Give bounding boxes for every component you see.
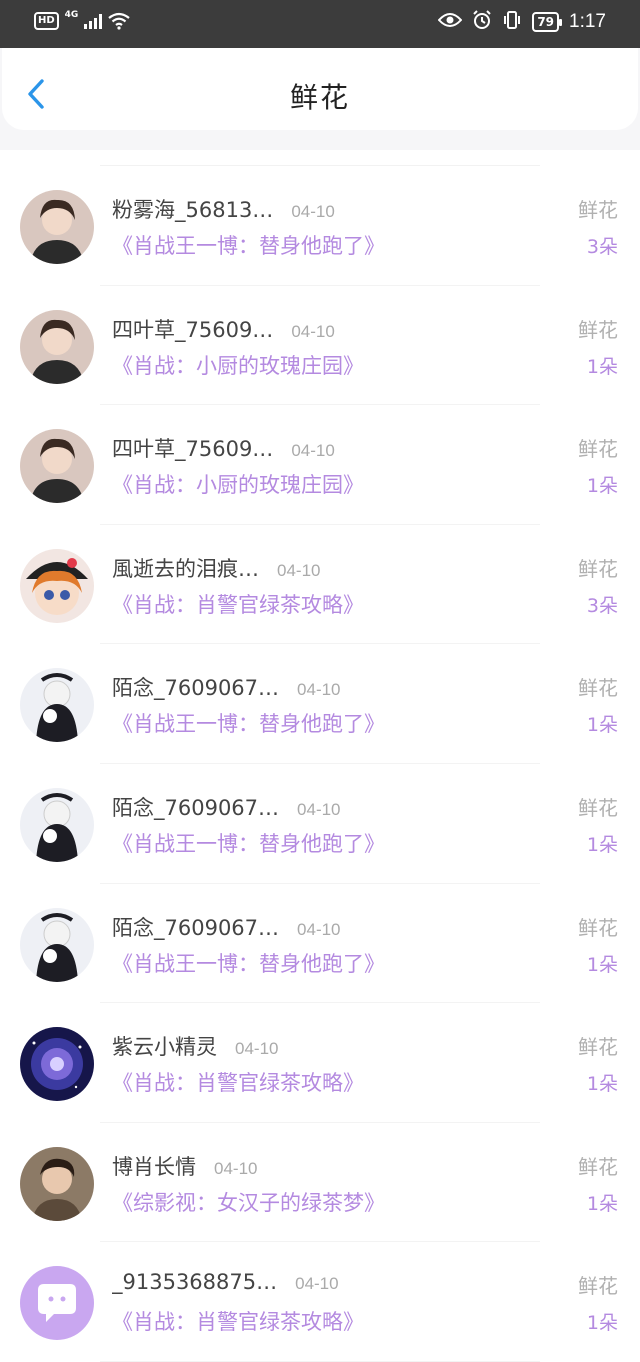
user-name: 博肖长情	[112, 1154, 196, 1179]
galaxy-avatar[interactable]	[20, 1027, 94, 1102]
list-item[interactable]: 博肖长情 04-10 《综影视：女汉子的绿茶梦》 鲜花 1朵	[0, 1123, 640, 1243]
item-meta: 陌念_7609067… 04-10	[112, 792, 341, 822]
item-meta: 粉雾海_56813… 04-10	[112, 194, 335, 224]
item-meta: 四叶草_75609… 04-10	[112, 314, 335, 344]
alarm-icon	[472, 10, 492, 34]
item-meta: 博肖长情 04-10	[112, 1151, 257, 1181]
gift-count: 1朵	[586, 475, 618, 498]
user-name: _9135368875…	[112, 1270, 278, 1295]
gift-record-list: 粉雾海_56813… 04-10 《肖战王一博：替身他跑了》 鲜花 3朵 四叶草…	[0, 150, 640, 1362]
eye-icon	[437, 12, 463, 32]
gift-count: 1朵	[586, 953, 618, 976]
list-item[interactable]: _9135368875… 04-10 《肖战：肖警官绿茶攻略》 鲜花 1朵	[0, 1242, 640, 1362]
gift-type: 鲜花	[578, 795, 618, 820]
gift-type: 鲜花	[578, 198, 618, 222]
book-title[interactable]: 《综影视：女汉子的绿茶梦》	[112, 1187, 385, 1217]
default-chat-avatar[interactable]	[20, 1266, 94, 1341]
vibrate-icon	[502, 10, 522, 34]
list-item[interactable]: 陌念_7609067… 04-10 《肖战王一博：替身他跑了》 鲜花 1朵	[0, 764, 640, 884]
item-meta: 紫云小精灵 04-10	[112, 1031, 278, 1061]
status-left: HD 4G	[34, 10, 131, 30]
gift-count: 1朵	[586, 833, 618, 856]
header-card: 鲜花	[2, 48, 638, 130]
doll-avatar[interactable]	[20, 907, 94, 982]
book-title[interactable]: 《肖战王一博：替身他跑了》	[112, 708, 385, 738]
gift-type: 鲜花	[578, 556, 618, 581]
book-title[interactable]: 《肖战：小厨的玫瑰庄园》	[112, 350, 364, 380]
rows-container: 粉雾海_56813… 04-10 《肖战王一博：替身他跑了》 鲜花 3朵 四叶草…	[0, 166, 640, 1362]
gift-date: 04-10	[214, 1158, 258, 1178]
book-title[interactable]: 《肖战：肖警官绿茶攻略》	[112, 1306, 364, 1336]
gift-count: 1朵	[586, 714, 618, 737]
item-meta: _9135368875… 04-10	[112, 1270, 339, 1294]
gift-type: 鲜花	[578, 437, 618, 462]
gift-date: 04-10	[297, 919, 341, 939]
hd-badge: HD	[34, 12, 59, 30]
signal-icon	[84, 13, 103, 29]
gift-count: 1朵	[586, 1192, 618, 1215]
gift-date: 04-10	[291, 321, 335, 341]
book-title[interactable]: 《肖战王一博：替身他跑了》	[112, 828, 385, 858]
list-item[interactable]: 陌念_7609067… 04-10 《肖战王一博：替身他跑了》 鲜花 1朵	[0, 644, 640, 764]
gift-count: 1朵	[586, 1073, 618, 1096]
list-item[interactable]: 四叶草_75609… 04-10 《肖战：小厨的玫瑰庄园》 鲜花 1朵	[0, 286, 640, 406]
book-title[interactable]: 《肖战：肖警官绿茶攻略》	[112, 589, 364, 619]
battery-icon: 79	[532, 12, 562, 32]
gift-date: 04-10	[295, 1274, 339, 1294]
user-name: 風逝去的泪痕…	[112, 556, 259, 581]
user-name: 陌念_7609067…	[112, 915, 280, 940]
gift-date: 04-10	[291, 441, 335, 461]
book-title[interactable]: 《肖战：肖警官绿茶攻略》	[112, 1067, 364, 1097]
item-meta: 風逝去的泪痕… 04-10	[112, 553, 320, 583]
cartoon-avatar[interactable]	[20, 548, 94, 623]
user-name: 粉雾海_56813…	[112, 198, 274, 222]
book-title[interactable]: 《肖战：小厨的玫瑰庄园》	[112, 469, 364, 499]
gift-date: 04-10	[277, 560, 321, 580]
page-header: 鲜花	[0, 48, 640, 150]
gift-date: 04-10	[297, 799, 341, 819]
gift-date: 04-10	[297, 680, 341, 700]
gift-count: 3朵	[586, 236, 618, 258]
doll-avatar[interactable]	[20, 668, 94, 743]
book-title[interactable]: 《肖战王一博：替身他跑了》	[112, 230, 385, 260]
user-name: 陌念_7609067…	[112, 676, 280, 701]
user-name: 四叶草_75609…	[112, 437, 274, 462]
gift-type: 鲜花	[578, 1274, 618, 1299]
gift-type: 鲜花	[578, 1154, 618, 1179]
clock: 1:17	[569, 11, 606, 32]
portrait-avatar[interactable]	[20, 1146, 94, 1221]
wifi-icon	[108, 12, 131, 30]
user-name: 四叶草_75609…	[112, 317, 274, 342]
gift-count: 3朵	[586, 594, 618, 617]
page-title: 鲜花	[289, 81, 350, 114]
photo-avatar[interactable]	[20, 429, 94, 504]
list-item[interactable]: 風逝去的泪痕… 04-10 《肖战：肖警官绿茶攻略》 鲜花 3朵	[0, 525, 640, 645]
user-name: 陌念_7609067…	[112, 795, 280, 820]
status-bar: HD 4G 79 1:17	[0, 0, 640, 48]
item-meta: 四叶草_75609… 04-10	[112, 433, 335, 463]
list-item[interactable]: 四叶草_75609… 04-10 《肖战：小厨的玫瑰庄园》 鲜花 1朵	[0, 405, 640, 525]
list-top-divider	[100, 150, 540, 166]
gift-type: 鲜花	[578, 915, 618, 940]
list-item[interactable]: 粉雾海_56813… 04-10 《肖战王一博：替身他跑了》 鲜花 3朵	[0, 166, 640, 286]
gift-type: 鲜花	[578, 317, 618, 342]
gift-count: 1朵	[586, 355, 618, 378]
user-name: 紫云小精灵	[112, 1035, 217, 1060]
gift-type: 鲜花	[578, 676, 618, 701]
item-meta: 陌念_7609067… 04-10	[112, 912, 341, 942]
doll-avatar[interactable]	[20, 787, 94, 862]
list-item[interactable]: 陌念_7609067… 04-10 《肖战王一博：替身他跑了》 鲜花 1朵	[0, 884, 640, 1004]
book-title[interactable]: 《肖战王一博：替身他跑了》	[112, 948, 385, 978]
item-meta: 陌念_7609067… 04-10	[112, 672, 341, 702]
photo-avatar[interactable]	[20, 309, 94, 384]
status-right: 79 1:17	[437, 10, 606, 34]
list-item[interactable]: 紫云小精灵 04-10 《肖战：肖警官绿茶攻略》 鲜花 1朵	[0, 1003, 640, 1123]
gift-date: 04-10	[291, 202, 335, 221]
gift-type: 鲜花	[578, 1035, 618, 1060]
gift-date: 04-10	[235, 1039, 279, 1059]
network-type: 4G	[64, 10, 79, 20]
photo-avatar[interactable]	[20, 190, 94, 264]
gift-count: 1朵	[586, 1312, 618, 1335]
